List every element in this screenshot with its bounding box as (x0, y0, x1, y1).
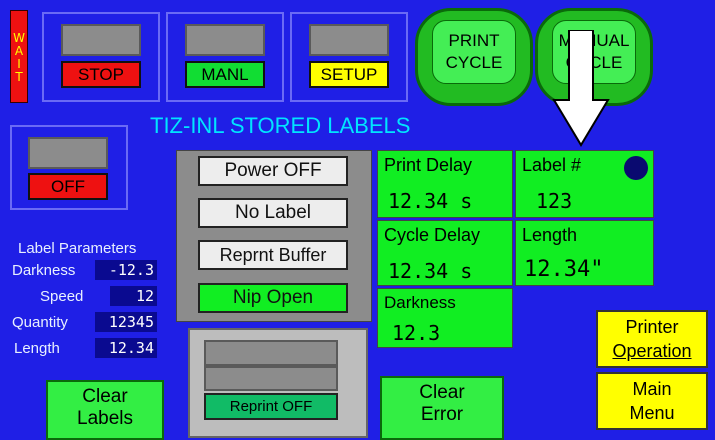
darkness-label: Darkness (384, 293, 456, 312)
printer-operation-line1: Printer (625, 317, 679, 337)
print-delay-value: 12.34 s (388, 189, 473, 213)
clear-labels-line1: Clear (82, 386, 128, 407)
param-quantity-label: Quantity (12, 314, 68, 331)
power-off-indicator: Power OFF (198, 156, 348, 186)
setup-button[interactable]: SETUP (309, 61, 389, 88)
clear-labels-line2: Labels (77, 408, 133, 429)
length-value: 12.34" (524, 257, 604, 282)
print-cycle-button[interactable]: PRINT CYCLE (415, 8, 533, 106)
stop-status-slot (61, 24, 141, 56)
cycle-delay-tile: Cycle Delay 12.34 s (377, 220, 513, 286)
reprint-buffer-indicator: Reprnt Buffer (198, 240, 348, 270)
reprint-slot-1 (204, 340, 338, 366)
length-tile: Length 12.34" (515, 220, 654, 286)
main-menu-button[interactable]: Main Menu (596, 372, 708, 430)
clear-error-line1: Clear (419, 382, 465, 403)
reprint-off-indicator: Reprint OFF (204, 393, 338, 420)
param-quantity-value: 12345 (95, 312, 157, 332)
no-label-indicator: No Label (198, 198, 348, 228)
main-menu-line2: Menu (629, 403, 675, 423)
param-speed-value: 12 (110, 286, 157, 306)
cycle-delay-value: 12.34 s (388, 259, 473, 283)
setup-status-slot (309, 24, 389, 56)
status-dot-icon (624, 156, 648, 180)
length-label: Length (522, 225, 578, 245)
cycle-delay-label: Cycle Delay (384, 225, 481, 245)
printer-operation-line2: Operation (612, 341, 692, 361)
param-length-value: 12.34 (95, 338, 157, 358)
page-title: TIZ-INL STORED LABELS (150, 113, 411, 138)
wait-text: WAIT (12, 30, 26, 83)
main-menu-line1: Main (632, 379, 672, 399)
clear-error-button[interactable]: Clear Error (380, 376, 504, 440)
down-arrow-icon (552, 30, 610, 147)
param-length-label: Length (14, 340, 60, 357)
print-delay-label: Print Delay (384, 155, 473, 175)
label-number-value: 123 (536, 189, 573, 213)
wait-status-bar: WAIT (10, 10, 28, 103)
off-status-slot (28, 137, 108, 169)
param-darkness-label: Darkness (12, 262, 76, 279)
label-parameters-heading: Label Parameters (18, 240, 137, 257)
print-cycle-line1: PRINT (448, 31, 500, 50)
manl-status-slot (185, 24, 265, 56)
nip-open-indicator: Nip Open (198, 283, 348, 313)
darkness-value: 12.3 (392, 321, 441, 345)
print-delay-tile: Print Delay 12.34 s (377, 150, 513, 218)
manl-button[interactable]: MANL (185, 61, 265, 88)
clear-error-line2: Error (420, 404, 464, 425)
label-number-tile: Label # 123 (515, 150, 654, 218)
label-number-label: Label # (522, 155, 582, 175)
reprint-slot-2 (204, 366, 338, 391)
print-cycle-face: PRINT CYCLE (432, 20, 516, 84)
stop-button[interactable]: STOP (61, 61, 141, 88)
param-darkness-value: -12.3 (95, 260, 157, 280)
print-cycle-line2: CYCLE (445, 53, 503, 72)
clear-labels-button[interactable]: Clear Labels (46, 380, 164, 440)
param-speed-label: Speed (40, 288, 84, 305)
darkness-tile: Darkness 12.3 (377, 288, 513, 348)
printer-operation-button[interactable]: Printer Operation (596, 310, 708, 368)
off-button[interactable]: OFF (28, 173, 108, 200)
